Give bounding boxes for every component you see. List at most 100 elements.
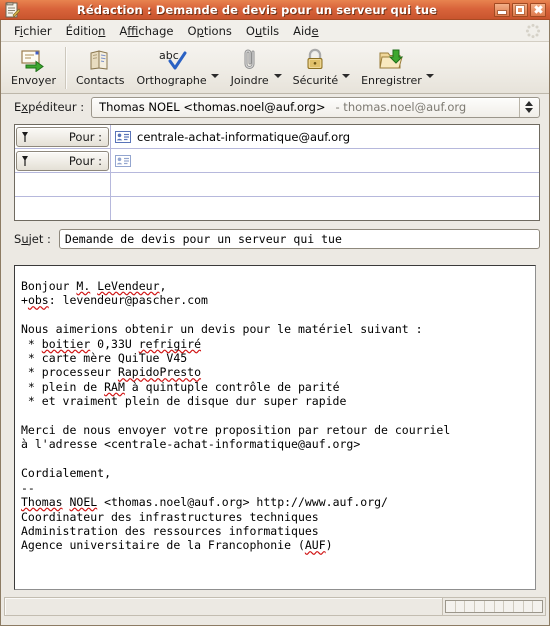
body-text-run: * processeur — [21, 365, 118, 380]
toolbar-button-orthographe[interactable]: abc Orthographe — [131, 45, 213, 87]
body-text-run: * et vraiment plein de disque dur super … — [21, 394, 347, 409]
progress-meter-cell — [475, 600, 485, 612]
recipient-type-label: Pour : — [68, 129, 102, 144]
menu-outils-post: tils — [262, 23, 280, 38]
menu-options[interactable]: Options — [180, 22, 238, 40]
toolbar-label-securite: Sécurité — [292, 74, 339, 87]
recipient-type-dropdown[interactable]: Pour : — [16, 150, 109, 171]
toolbar-button-enregistrer[interactable]: Enregistrer — [355, 45, 428, 87]
from-label-post: péditeur : — [28, 100, 85, 114]
misspelled-word: Thomas — [21, 495, 63, 510]
menu-edition[interactable]: Édition — [59, 22, 113, 40]
toolbar-dropdown-joindre[interactable] — [273, 74, 282, 78]
recipient-value-cell[interactable] — [111, 149, 539, 172]
body-text-run: 0,33U — [90, 336, 139, 351]
status-message — [4, 596, 442, 616]
window-controls — [494, 2, 546, 17]
from-identity-spinner[interactable] — [519, 97, 538, 117]
progress-meter-cell — [495, 600, 505, 612]
menu-fichier[interactable]: Fichier — [7, 22, 59, 40]
padlock-icon — [304, 47, 326, 73]
title-bar[interactable]: Rédaction : Demande de devis pour un ser… — [0, 0, 550, 20]
recipient-value-cell-empty[interactable] — [111, 173, 539, 196]
recipient-row-empty[interactable] — [15, 197, 539, 220]
body-line: * carte mère QuiTue V45 — [21, 351, 535, 365]
body-line — [21, 409, 535, 423]
misspelled-word: RAM — [104, 379, 125, 394]
message-body-text[interactable]: Bonjour M. LeVendeur, +obs: levendeur@pas… — [15, 266, 535, 553]
toolbar-dropdown-securite[interactable] — [342, 74, 351, 78]
body-text-run: Administration des ressources informatiq… — [21, 523, 319, 538]
paperclip-icon — [240, 47, 260, 73]
body-line: * et vraiment plein de disque dur super … — [21, 394, 535, 408]
body-line: Nous aimerions obtenir un devis pour le … — [21, 322, 535, 336]
misspelled-word: boitier — [41, 336, 91, 351]
menu-affichage[interactable]: Affichage — [112, 22, 180, 40]
save-folder-icon — [378, 47, 404, 73]
from-identity-value: Thomas NOEL <thomas.noel@auf.org> — [99, 100, 326, 114]
recipient-row-empty[interactable] — [15, 173, 539, 197]
menu-affichage-post: fichage — [138, 23, 174, 38]
misspelled-word: LeVendeur — [97, 279, 160, 293]
menu-edition-pre: Éditio — [65, 23, 99, 38]
recipient-value-cell-empty[interactable] — [111, 197, 539, 220]
pin-icon — [21, 155, 29, 167]
menu-aide[interactable]: Aide — [286, 22, 325, 40]
progress-meter-cell — [446, 600, 456, 612]
body-line: * processeur RapidoPresto — [21, 365, 535, 379]
from-identity-email: - thomas.noel@auf.org — [335, 100, 467, 114]
body-text-run: Cordialement, — [21, 466, 112, 481]
misspelled-word: refrigiré — [138, 336, 202, 351]
toolbar-label-orthographe: Orthographe — [136, 74, 207, 87]
toolbar-button-contacts[interactable]: Contacts — [70, 45, 131, 87]
body-line: Merci de nous envoyer votre proposition … — [21, 423, 535, 437]
progress-meter-cell — [465, 600, 476, 612]
progress-meter-cell — [485, 600, 495, 612]
send-mail-icon — [20, 47, 46, 73]
menu-outils[interactable]: Outils — [239, 22, 286, 40]
menu-fichier-post: chier — [22, 23, 52, 38]
maximize-button[interactable] — [512, 2, 528, 17]
recipient-address: centrale-achat-informatique@auf.org — [137, 129, 351, 144]
recipient-type-cell-empty[interactable] — [15, 197, 111, 220]
body-text-run: Bonjour — [21, 279, 77, 293]
toolbar-button-securite[interactable]: Sécurité — [287, 45, 344, 87]
from-identity-select[interactable]: Thomas NOEL <thomas.noel@auf.org> - thom… — [91, 96, 540, 118]
address-book-icon — [88, 47, 112, 73]
progress-meter-cell — [524, 600, 534, 612]
toolbar-label-joindre: Joindre — [230, 74, 269, 87]
toolbar-label-enregistrer: Enregistrer — [361, 74, 422, 87]
minimize-button[interactable] — [494, 2, 510, 17]
recipient-row[interactable]: Pour : centrale-achat-informatique@auf.o… — [15, 125, 539, 149]
recipient-type-cell-empty[interactable] — [15, 173, 111, 196]
body-line: Thomas NOEL <thomas.noel@auf.org> http:/… — [21, 495, 535, 509]
recipient-type-cell[interactable]: Pour : — [15, 125, 111, 148]
menu-options-post: tions — [203, 23, 232, 38]
progress-meter-cell — [514, 600, 524, 612]
recipient-value-cell[interactable]: centrale-achat-informatique@auf.org — [111, 125, 539, 148]
recipient-row[interactable]: Pour : — [15, 149, 539, 173]
body-line — [21, 452, 535, 466]
toolbar-dropdown-orthographe[interactable] — [210, 74, 219, 78]
menu-aide-mnemonic: e — [311, 23, 319, 38]
body-text-run: ) — [325, 538, 333, 553]
misspelled-word: RapidoPresto — [117, 365, 202, 380]
toolbar-dropdown-enregistrer[interactable] — [425, 74, 434, 78]
recipients-grid: Pour : centrale-achat-informatique@auf.o… — [14, 124, 540, 221]
toolbar-button-envoyer[interactable]: Envoyer — [5, 45, 62, 87]
menu-bar: Fichier Édition Affichage Options Outils… — [1, 20, 549, 42]
recipient-type-cell[interactable]: Pour : — [15, 149, 111, 172]
body-text-run: * — [21, 336, 42, 351]
menu-outils-pre: O — [245, 23, 255, 38]
subject-input[interactable]: Demande de devis pour un serveur qui tue — [58, 229, 540, 249]
body-text-run: -- — [21, 480, 35, 495]
throbber-icon — [525, 23, 541, 39]
recipient-type-dropdown[interactable]: Pour : — [16, 126, 109, 147]
body-line: -- — [21, 481, 535, 495]
message-body-editor[interactable]: Bonjour M. LeVendeur, +obs: levendeur@pas… — [14, 265, 536, 590]
from-label: Expéditeur : — [14, 100, 84, 114]
from-row: Expéditeur : Thomas NOEL <thomas.noel@au… — [4, 95, 546, 119]
body-line: Agence universitaire de la Francophonie … — [21, 538, 535, 552]
close-button[interactable] — [530, 2, 546, 17]
toolbar-button-joindre[interactable]: Joindre — [224, 45, 276, 87]
